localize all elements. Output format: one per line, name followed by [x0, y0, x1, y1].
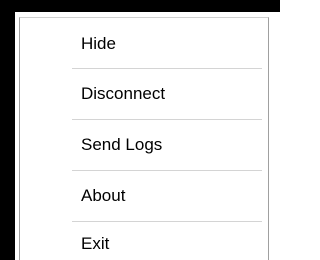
- menu-item-label: Send Logs: [81, 135, 163, 154]
- screen: Hide Disconnect Send Logs About Exit: [0, 0, 280, 260]
- window-edge-top: [0, 0, 280, 12]
- menu-item-exit[interactable]: Exit: [20, 222, 268, 260]
- menu-item-disconnect[interactable]: Disconnect: [20, 69, 268, 119]
- context-menu: Hide Disconnect Send Logs About Exit: [19, 17, 269, 260]
- menu-item-label: About: [81, 186, 126, 205]
- menu-item-hide[interactable]: Hide: [20, 19, 268, 69]
- menu-item-about[interactable]: About: [20, 171, 268, 221]
- window-edge-left: [0, 0, 15, 260]
- menu-item-label: Hide: [81, 34, 116, 53]
- menu-item-label: Exit: [81, 234, 110, 253]
- menu-item-label: Disconnect: [81, 84, 166, 103]
- menu-item-send-logs[interactable]: Send Logs: [20, 120, 268, 170]
